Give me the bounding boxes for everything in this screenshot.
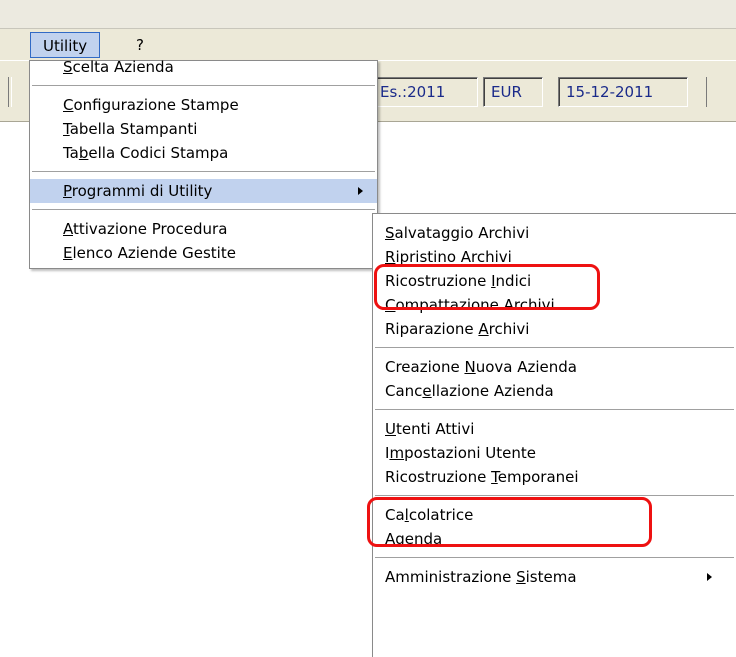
submenu-item-cancellazione-azienda[interactable]: Cancellazione Azienda	[373, 379, 736, 403]
valuta-field: EUR	[483, 77, 543, 107]
separator	[32, 209, 375, 210]
separator	[375, 495, 734, 496]
highlight-ricostruzione-temporanei	[367, 497, 652, 547]
separator	[32, 171, 375, 172]
submenu-item-riparazione-archivi[interactable]: Riparazione Archivi	[373, 317, 736, 341]
submenu-item-ricostruzione-temporanei[interactable]: Ricostruzione Temporanei	[373, 465, 736, 489]
submenu-item-utenti-attivi[interactable]: Utenti Attivi	[373, 417, 736, 441]
submenu-item-creazione-nuova-azienda[interactable]: Creazione Nuova Azienda	[373, 355, 736, 379]
menu-item-programmi-di-utility[interactable]: Programmi di Utility	[30, 179, 377, 203]
menu-item-tabella-stampanti[interactable]: Tabella Stampanti	[30, 117, 377, 141]
menu-item-attivazione-procedura[interactable]: Attivazione Procedura	[30, 217, 377, 241]
data-field: 15-12-2011	[558, 77, 688, 107]
separator	[375, 557, 734, 558]
menu-item-configurazione-stampe[interactable]: Configurazione Stampe	[30, 93, 377, 117]
highlight-ricostruzione-indici	[374, 264, 600, 310]
menu-item-scelta-azienda[interactable]: Scelta Azienda	[30, 55, 377, 79]
toolbar-edge	[8, 77, 12, 107]
separator	[32, 85, 375, 86]
submenu-item-impostazioni-utente[interactable]: Impostazioni Utente	[373, 441, 736, 465]
menu-item-elenco-aziende-gestite[interactable]: Elenco Aziende Gestite	[30, 241, 377, 265]
separator	[375, 347, 734, 348]
submenu-item-salvataggio-archivi[interactable]: Salvataggio Archivi	[373, 221, 736, 245]
menu-item-tabella-codici-stampa[interactable]: Tabella Codici Stampa	[30, 141, 377, 165]
submenu-arrow-icon	[707, 573, 712, 581]
submenu-arrow-icon	[358, 187, 363, 195]
toolbar-cell-empty	[706, 77, 736, 107]
window-top-strip	[0, 0, 736, 28]
utility-menu: Scelta Azienda Configurazione Stampe Tab…	[29, 58, 378, 269]
submenu-item-amministrazione-sistema[interactable]: Amministrazione Sistema	[373, 565, 736, 589]
separator	[375, 409, 734, 410]
